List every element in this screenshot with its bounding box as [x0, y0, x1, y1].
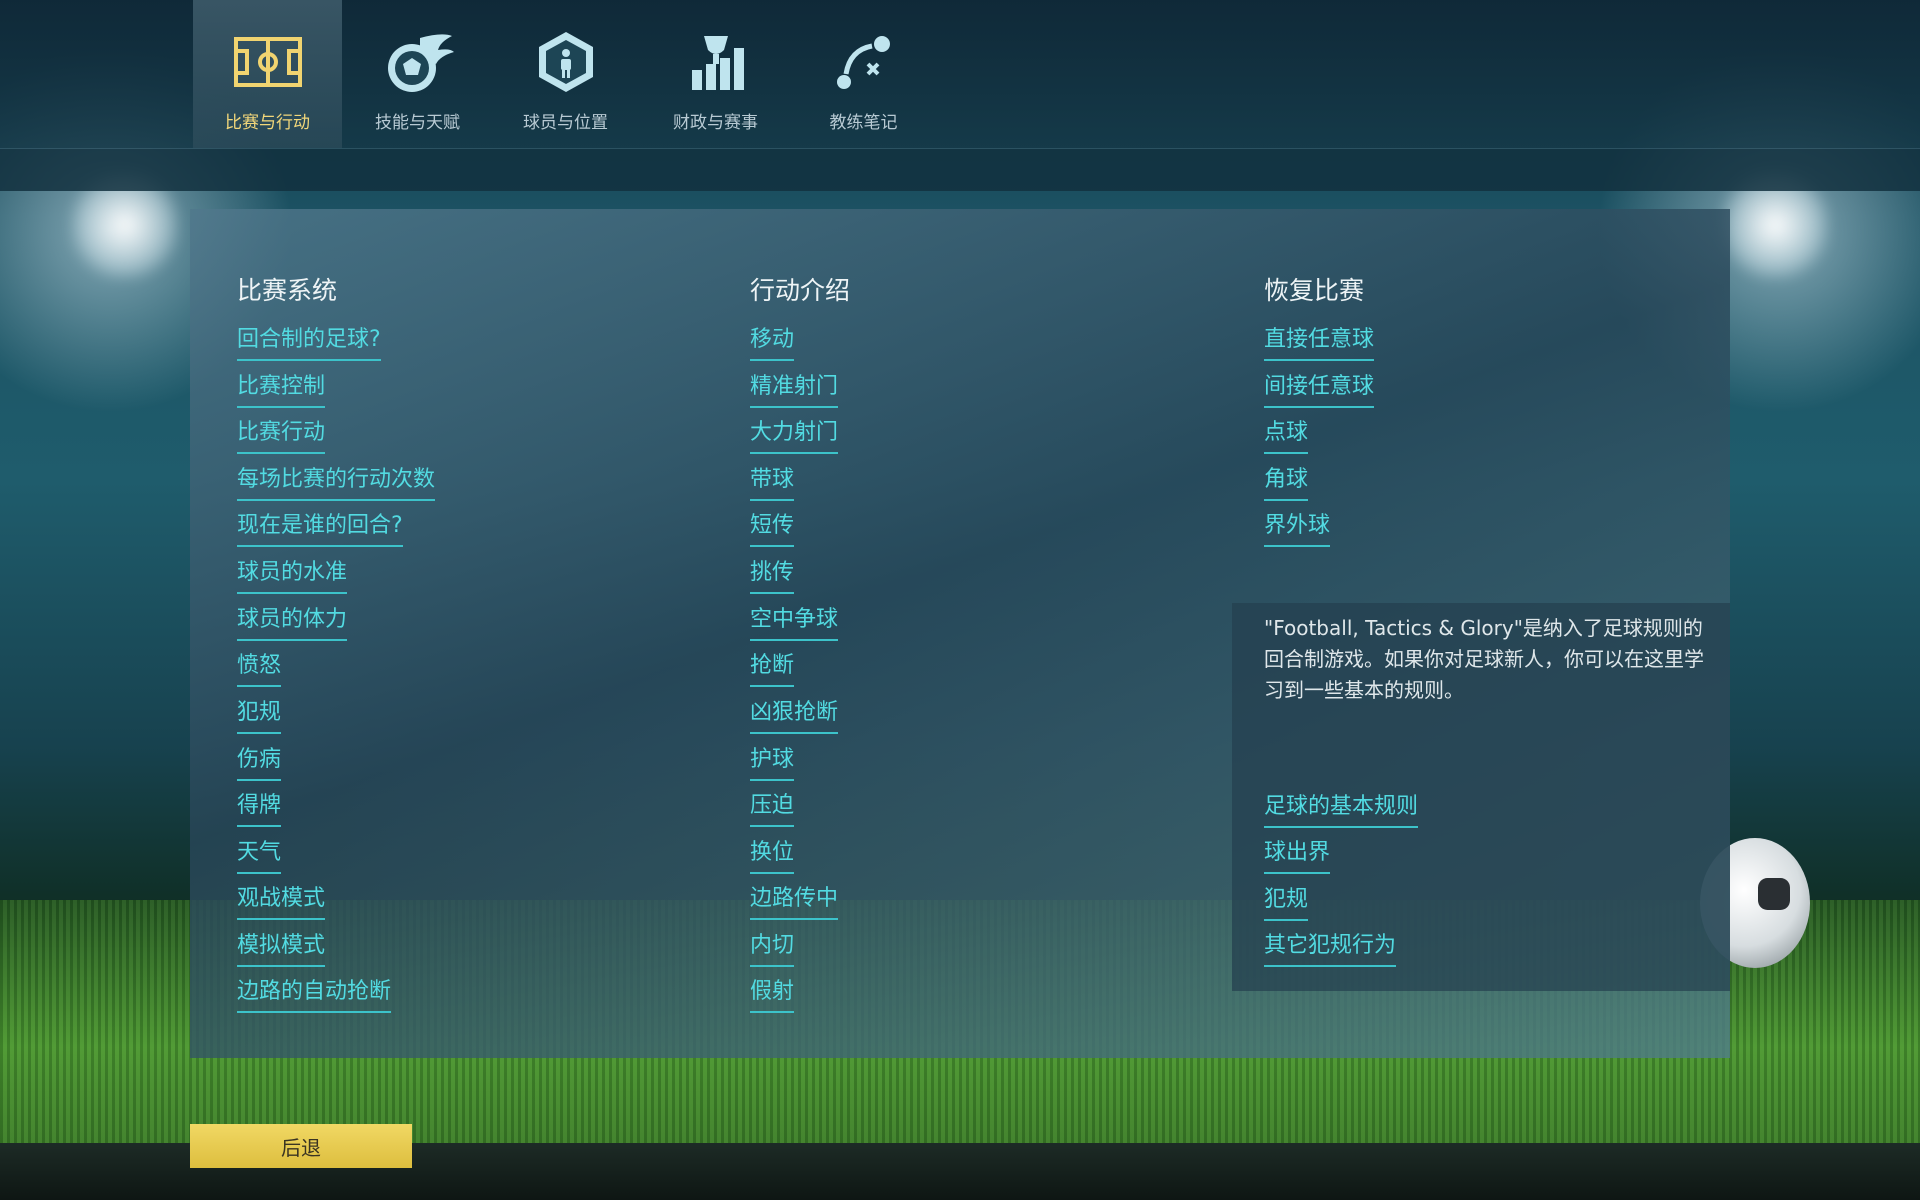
column-title-restarts: 恢复比赛 [1264, 276, 1365, 305]
player-badge-icon [528, 28, 604, 96]
link-item[interactable]: 每场比赛的行动次数 [237, 466, 436, 501]
link-item[interactable]: 带球 [750, 466, 795, 501]
tab-label: 技能与天赋 [375, 113, 460, 133]
link-item[interactable]: 边路传中 [750, 885, 839, 920]
tab-skills-and-talents[interactable]: 技能与天赋 [343, 0, 492, 148]
tab-match-and-actions[interactable]: 比赛与行动 [193, 0, 342, 148]
tab-label: 球员与位置 [523, 113, 608, 133]
tab-label: 教练笔记 [829, 113, 898, 133]
tab-finance-and-competitions[interactable]: 财政与赛事 [641, 0, 790, 148]
tab-coach-notes[interactable]: 教练笔记 [789, 0, 938, 148]
link-item[interactable]: 犯规 [237, 699, 282, 734]
link-item[interactable]: 球员的体力 [237, 606, 348, 641]
link-item[interactable]: 短传 [750, 512, 795, 547]
tab-label: 比赛与行动 [225, 113, 310, 133]
help-panel: 比赛系统 回合制的足球? 比赛控制 比赛行动 每场比赛的行动次数 现在是谁的回合… [190, 209, 1730, 1058]
sub-bar [0, 148, 1920, 191]
link-item[interactable]: 压迫 [750, 792, 795, 827]
link-item[interactable]: 间接任意球 [1264, 373, 1375, 408]
info-description: "Football, Tactics & Glory"是纳入了足球规则的回合制游… [1264, 616, 1704, 702]
link-item[interactable]: 足球的基本规则 [1264, 793, 1419, 828]
link-item[interactable]: 界外球 [1264, 512, 1331, 547]
link-item[interactable]: 大力射门 [750, 419, 839, 454]
column-title-match-system: 比赛系统 [237, 276, 338, 305]
link-item[interactable]: 比赛行动 [237, 419, 326, 454]
link-item[interactable]: 球出界 [1264, 839, 1331, 874]
link-item[interactable]: 观战模式 [237, 885, 326, 920]
link-item[interactable]: 点球 [1264, 419, 1309, 454]
tactics-icon [826, 28, 902, 96]
link-item[interactable]: 球员的水准 [237, 559, 348, 594]
link-item[interactable]: 边路的自动抢断 [237, 978, 392, 1013]
link-item[interactable]: 直接任意球 [1264, 326, 1375, 361]
trophy-chart-icon [678, 28, 754, 96]
link-item[interactable]: 天气 [237, 839, 282, 874]
link-item[interactable]: 比赛控制 [237, 373, 326, 408]
link-item[interactable]: 伤病 [237, 746, 282, 781]
link-item[interactable]: 回合制的足球? [237, 326, 381, 361]
pitch-icon [230, 28, 306, 96]
link-item[interactable]: 移动 [750, 326, 795, 361]
link-item[interactable]: 犯规 [1264, 886, 1309, 921]
link-item[interactable]: 角球 [1264, 466, 1309, 501]
back-button[interactable]: 后退 [190, 1124, 412, 1168]
link-item[interactable]: 现在是谁的回合? [237, 512, 403, 547]
link-item[interactable]: 凶狠抢断 [750, 699, 839, 734]
link-item[interactable]: 其它犯规行为 [1264, 932, 1397, 967]
link-item[interactable]: 挑传 [750, 559, 795, 594]
link-item[interactable]: 模拟模式 [237, 932, 326, 967]
link-item[interactable]: 护球 [750, 746, 795, 781]
fireball-icon [380, 28, 456, 96]
link-item[interactable]: 抢断 [750, 652, 795, 687]
link-item[interactable]: 精准射门 [750, 373, 839, 408]
top-navigation-bar: 比赛与行动 技能与天赋 球员与位置 财政与赛事 教练笔记 [0, 0, 1920, 148]
column-title-actions: 行动介绍 [750, 276, 851, 305]
link-item[interactable]: 得牌 [237, 792, 282, 827]
link-item[interactable]: 内切 [750, 932, 795, 967]
tab-players-and-positions[interactable]: 球员与位置 [491, 0, 640, 148]
tab-label: 财政与赛事 [673, 113, 758, 133]
link-item[interactable]: 空中争球 [750, 606, 839, 641]
link-item[interactable]: 换位 [750, 839, 795, 874]
link-item[interactable]: 愤怒 [237, 652, 282, 687]
link-item[interactable]: 假射 [750, 978, 795, 1013]
